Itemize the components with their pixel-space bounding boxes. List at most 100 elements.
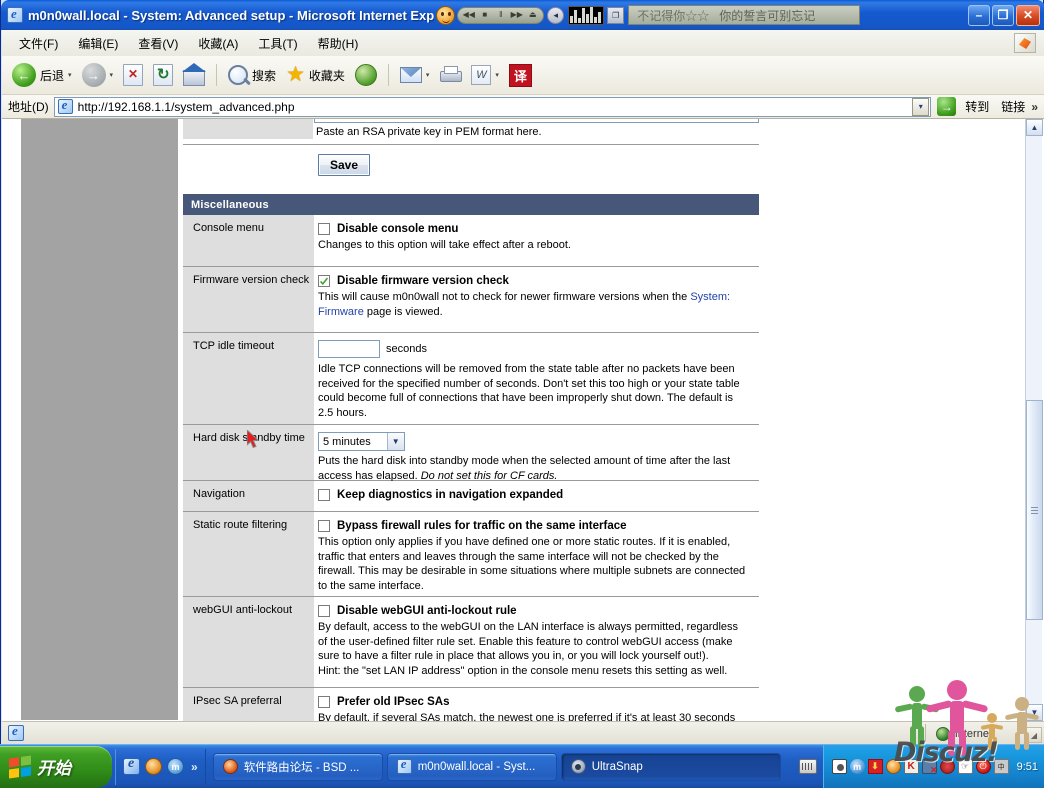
quicklaunch-overflow-icon[interactable]: » <box>191 760 198 774</box>
table-row: Hard disk standby time 5 minutes ▼ Puts … <box>183 425 759 483</box>
menu-favorites[interactable]: 收藏(A) <box>189 32 247 55</box>
go-button-label[interactable]: 转到 <box>959 98 995 115</box>
back-button[interactable]: ← 后退 ▾ <box>8 60 76 90</box>
scroll-up-button[interactable]: ▲ <box>1026 119 1043 136</box>
discuz-watermark: Discuz! <box>882 680 1042 770</box>
toolbar-overflow-chevron-icon[interactable]: » <box>1031 100 1038 114</box>
menu-help[interactable]: 帮助(H) <box>309 32 368 55</box>
checkbox-label: Disable firmware version check <box>337 275 509 287</box>
ie-logo-icon <box>7 6 23 23</box>
scrollbar-thumb[interactable] <box>1026 400 1043 620</box>
printer-icon <box>439 66 463 84</box>
marquee-text-1: 不记得你☆☆ <box>637 8 710 23</box>
rsa-key-row: Paste an RSA private key in PEM format h… <box>183 119 759 145</box>
section-header-miscellaneous: Miscellaneous <box>183 194 759 215</box>
stop-button[interactable] <box>119 60 147 90</box>
taskbar-item-active[interactable]: UltraSnap <box>560 752 781 781</box>
ultrasnap-icon <box>570 759 586 774</box>
keep-diagnostics-expanded-checkbox[interactable] <box>318 489 330 501</box>
restore-button[interactable]: ❐ <box>992 4 1014 26</box>
media-previous-button[interactable]: ◀◀ <box>461 9 476 22</box>
media-next-button[interactable]: ▶▶ <box>509 9 524 22</box>
media-restore-button[interactable]: ❐ <box>607 6 625 24</box>
address-input[interactable]: http://192.168.1.1/system_advanced.php ▾ <box>53 96 932 117</box>
address-value: http://192.168.1.1/system_advanced.php <box>77 99 295 114</box>
address-dropdown-button[interactable]: ▾ <box>912 97 930 116</box>
tray-camera-icon[interactable] <box>831 759 847 774</box>
red-seal-icon: 译 <box>508 63 532 87</box>
media-pause-button[interactable]: ‖ <box>493 9 508 22</box>
links-button[interactable]: 链接 <box>995 98 1031 115</box>
row-label: TCP idle timeout <box>183 333 314 424</box>
rsa-textarea-bottom[interactable] <box>314 119 759 123</box>
hard-disk-standby-select[interactable]: 5 minutes ▼ <box>318 432 405 451</box>
table-row: IPsec SA preferral Prefer old IPsec SAs … <box>183 688 759 721</box>
vertical-scrollbar[interactable]: ▲ ▼ <box>1025 119 1043 721</box>
quicklaunch-maxthon-icon[interactable]: m <box>167 758 184 775</box>
disable-webgui-antilockout-checkbox[interactable] <box>318 605 330 617</box>
row-label: IPsec SA preferral <box>183 688 314 721</box>
minimize-button[interactable]: – <box>968 4 990 26</box>
disable-firmware-check-checkbox[interactable] <box>318 275 330 287</box>
forward-dropdown-caret-icon[interactable]: ▾ <box>110 71 114 79</box>
msn-logo-icon[interactable] <box>1014 33 1036 53</box>
seconds-unit-label: seconds <box>386 343 427 355</box>
address-bar: 地址(D) http://192.168.1.1/system_advanced… <box>2 95 1044 119</box>
media-transport-controls[interactable]: ◀◀ ■ ‖ ▶▶ ⏏ <box>457 6 545 24</box>
media-eject-button[interactable]: ⏏ <box>525 9 540 22</box>
language-bar-icon[interactable] <box>798 759 817 774</box>
checkbox-line[interactable]: Disable console menu <box>318 222 749 236</box>
taskbar-item[interactable]: m0n0wall.local - Syst... <box>386 752 557 781</box>
visualizer-display <box>568 5 605 25</box>
taskbar-item[interactable]: 软件路由论坛 - BSD ... <box>212 752 383 781</box>
start-button[interactable]: 开始 <box>0 745 112 788</box>
tray-download-icon[interactable]: ⬇ <box>867 759 883 774</box>
save-button[interactable]: Save <box>318 154 371 176</box>
checkbox-line[interactable]: Bypass firewall rules for traffic on the… <box>318 519 749 533</box>
media-stop-button[interactable]: ■ <box>477 9 492 22</box>
tcp-idle-timeout-input[interactable] <box>318 340 380 358</box>
chevron-down-icon[interactable]: ▼ <box>386 433 404 450</box>
print-button[interactable] <box>435 60 465 90</box>
forward-button[interactable]: → ▾ <box>78 60 118 90</box>
bypass-firewall-rules-checkbox[interactable] <box>318 520 330 532</box>
media-button[interactable] <box>351 60 381 90</box>
smiley-icon[interactable] <box>436 5 456 25</box>
quicklaunch-ie-icon[interactable] <box>123 756 140 775</box>
media-player-deskband[interactable]: ◀◀ ■ ‖ ▶▶ ⏏ ◂ ❐ 不记得你☆☆ 你的誓言可别忘记 <box>436 5 861 25</box>
checkbox-line[interactable]: Prefer old IPsec SAs <box>318 695 749 709</box>
word-icon: W <box>471 65 492 85</box>
home-button[interactable] <box>179 60 209 90</box>
refresh-button[interactable] <box>149 60 177 90</box>
row-label: Static route filtering <box>183 512 314 596</box>
disable-console-menu-checkbox[interactable] <box>318 223 330 235</box>
mail-button[interactable]: ▾ <box>396 60 434 90</box>
checkbox-line[interactable]: Keep diagnostics in navigation expanded <box>318 488 749 502</box>
favorites-button[interactable]: ★ 收藏夹 <box>282 60 349 90</box>
menu-file[interactable]: 文件(F) <box>10 32 67 55</box>
close-button[interactable]: ✕ <box>1016 4 1040 26</box>
volume-icon[interactable]: ◂ <box>547 6 565 24</box>
menu-tools[interactable]: 工具(T) <box>249 32 306 55</box>
browser-toolbar: ← 后退 ▾ → ▾ 搜索 ★ 收 <box>2 56 1044 95</box>
checkbox-label: Disable webGUI anti-lockout rule <box>337 605 517 617</box>
go-icon[interactable]: → <box>937 97 957 116</box>
address-page-icon <box>57 97 73 114</box>
menu-edit[interactable]: 编辑(E) <box>69 32 127 55</box>
translate-button[interactable]: 译 <box>505 60 536 90</box>
edit-dropdown-caret-icon[interactable]: ▾ <box>495 71 499 79</box>
checkbox-line[interactable]: Disable firmware version check <box>318 274 749 288</box>
prefer-old-ipsec-sas-checkbox[interactable] <box>318 696 330 708</box>
quicklaunch-qq-icon[interactable] <box>145 758 162 775</box>
checkbox-line[interactable]: Disable webGUI anti-lockout rule <box>318 604 749 618</box>
back-dropdown-caret-icon[interactable]: ▾ <box>68 71 72 79</box>
back-label: 后退 <box>40 68 65 83</box>
tray-maxthon-icon[interactable]: m <box>849 759 865 774</box>
forward-arrow-icon: → <box>81 63 106 87</box>
edit-word-button[interactable]: W ▾ <box>467 60 503 90</box>
row-description: Puts the hard disk into standby mode whe… <box>318 454 749 483</box>
search-button[interactable]: 搜索 <box>224 60 280 90</box>
desc-part-a: This will cause m0n0wall not to check fo… <box>318 291 691 303</box>
mail-dropdown-caret-icon[interactable]: ▾ <box>426 71 430 79</box>
menu-view[interactable]: 查看(V) <box>129 32 187 55</box>
